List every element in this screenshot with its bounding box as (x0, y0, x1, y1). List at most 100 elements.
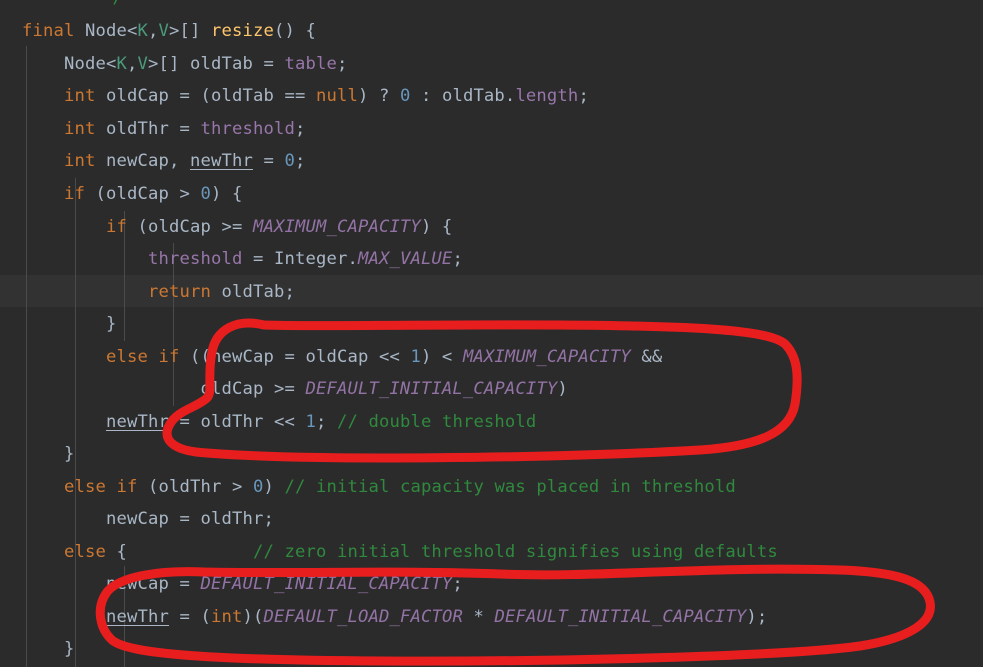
code-token: else (64, 477, 106, 497)
code-token: DEFAULT_INITIAL_CAPACITY (494, 607, 747, 627)
code-token: oldThr = (95, 119, 201, 139)
code-token: ) (557, 379, 568, 399)
code-token: // double threshold (336, 412, 537, 432)
code-token: 0 (252, 477, 264, 497)
code-line[interactable]: } (0, 633, 75, 666)
code-token: if (105, 217, 127, 237)
code-line[interactable]: newCap = oldThr; (0, 503, 274, 536)
code-token: ) < (420, 347, 463, 367)
code-token: MAX_VALUE (357, 249, 453, 269)
code-token: ) { (210, 184, 243, 204)
code-token: oldCap = (oldTab == (95, 86, 316, 106)
code-line[interactable]: newThr = oldThr << 1; // double threshol… (0, 406, 536, 439)
code-token: >[] oldTab = (147, 54, 285, 74)
code-editor-surface[interactable]: */final Node<K,V>[] resize() { Node<K,V>… (0, 0, 983, 667)
code-token: 0 (399, 86, 411, 106)
code-token: DEFAULT_LOAD_FACTOR (263, 607, 463, 627)
code-token: = ( (168, 607, 211, 627)
code-editor-screenshot: */final Node<K,V>[] resize() { Node<K,V>… (0, 0, 983, 667)
code-token: newCap, (95, 151, 190, 171)
code-token: 0 (284, 151, 295, 171)
code-line[interactable]: final Node<K,V>[] resize() { (0, 15, 316, 48)
code-token: )( (242, 607, 264, 627)
code-token: ; (336, 54, 348, 74)
code-token: = oldThr << (168, 412, 306, 432)
code-token: */ (102, 0, 123, 8)
code-token: Node< (22, 54, 117, 74)
code-line[interactable]: int newCap, newThr = 0; (0, 145, 305, 178)
code-token: newThr (105, 412, 169, 432)
code-line[interactable]: oldCap >= DEFAULT_INITIAL_CAPACITY) (0, 373, 568, 406)
code-line[interactable]: threshold = Integer.MAX_VALUE; (0, 243, 463, 276)
code-token: = Integer. (242, 249, 358, 269)
code-token: } (22, 314, 117, 334)
code-token: ; (578, 86, 589, 106)
code-line[interactable]: */ (0, 0, 123, 15)
code-line[interactable]: return oldTab; (0, 276, 295, 309)
code-token: threshold (147, 249, 243, 269)
code-line[interactable]: newCap = DEFAULT_INITIAL_CAPACITY; (0, 568, 463, 601)
code-line[interactable]: else if ((newCap = oldCap << 1) < MAXIMU… (0, 341, 662, 374)
code-token: ; (315, 412, 337, 432)
code-token: newThr (105, 607, 169, 627)
code-token: , (148, 21, 159, 41)
code-token: if (116, 477, 138, 497)
code-token: ; (294, 119, 306, 139)
code-line[interactable]: if (oldCap > 0) { (0, 178, 242, 211)
code-text-layer[interactable]: */final Node<K,V>[] resize() { Node<K,V>… (0, 0, 983, 667)
code-token: } (22, 639, 75, 659)
code-token: // initial capacity was placed in thresh… (284, 477, 736, 497)
code-token: ; (294, 151, 306, 171)
code-token: newCap = oldThr; (22, 509, 274, 529)
code-token: if (158, 347, 180, 367)
code-token: ); (746, 607, 768, 627)
code-line[interactable]: Node<K,V>[] oldTab = table; (0, 48, 347, 81)
code-token: = (252, 151, 285, 171)
code-token: resize (211, 21, 274, 41)
code-token: * (462, 607, 495, 627)
code-token: ) { (420, 217, 453, 237)
code-token: K (137, 21, 148, 41)
code-token: else (64, 542, 106, 562)
code-line[interactable]: if (oldCap >= MAXIMUM_CAPACITY) { (0, 211, 452, 244)
code-token: { (106, 542, 253, 562)
code-token: && (630, 347, 663, 367)
code-token: ) ? (357, 86, 400, 106)
code-token: DEFAULT_INITIAL_CAPACITY (305, 379, 558, 399)
code-line[interactable]: int oldThr = threshold; (0, 113, 305, 146)
code-token: DEFAULT_INITIAL_CAPACITY (200, 574, 453, 594)
code-token: (oldCap >= (126, 217, 253, 237)
code-line[interactable]: else { // zero initial threshold signifi… (0, 536, 778, 569)
code-line[interactable]: else if (oldThr > 0) // initial capacity… (0, 471, 736, 504)
code-token: ; (452, 574, 463, 594)
code-token: newThr (189, 151, 253, 171)
code-token: int (64, 119, 96, 139)
code-line[interactable]: int oldCap = (oldTab == null) ? 0 : oldT… (0, 80, 589, 113)
code-token: return (147, 282, 211, 302)
code-token: ; (452, 249, 463, 269)
code-token: V (137, 54, 148, 74)
code-token: null (315, 86, 358, 106)
code-line[interactable]: } (0, 308, 116, 341)
code-token: () { (274, 21, 316, 41)
code-token: MAXIMUM_CAPACITY (252, 217, 421, 237)
code-token: , (126, 54, 138, 74)
code-line[interactable]: } (0, 438, 75, 471)
code-token: >[] (169, 21, 211, 41)
code-token: if (64, 184, 85, 204)
code-line[interactable]: newThr = (int)(DEFAULT_LOAD_FACTOR * DEF… (0, 601, 767, 634)
code-token: MAXIMUM_CAPACITY (462, 347, 631, 367)
code-token: else (105, 347, 148, 367)
